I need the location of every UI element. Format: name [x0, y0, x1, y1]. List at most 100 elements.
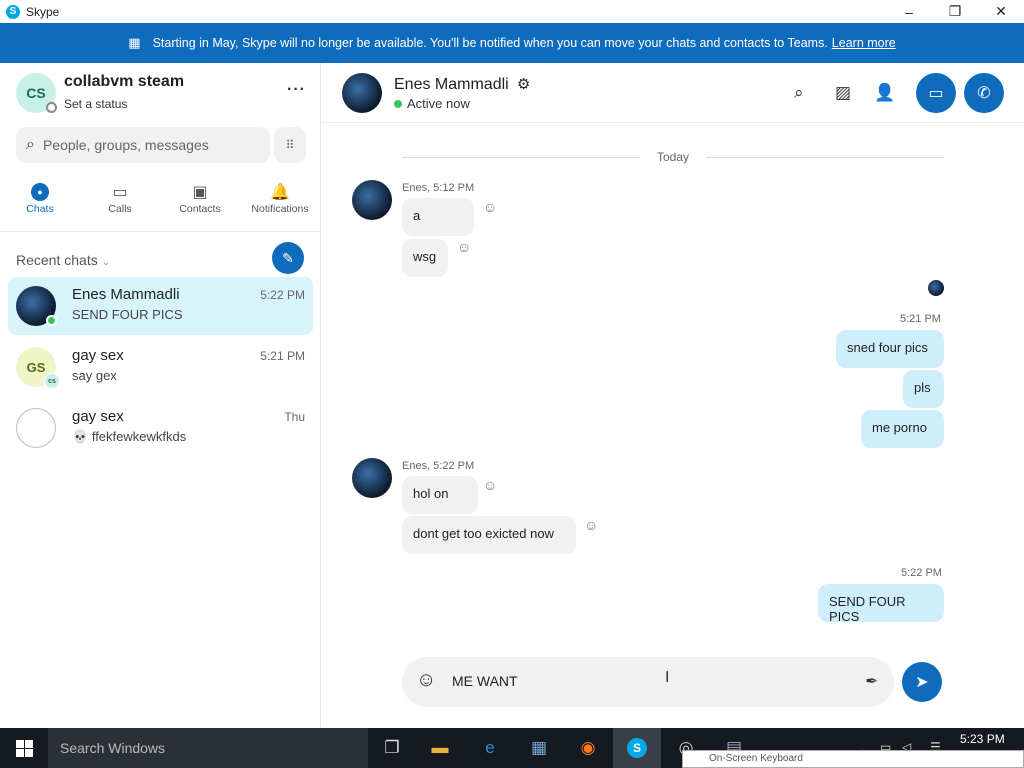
search-icon[interactable]: ⌕: [794, 83, 804, 103]
learn-more-link[interactable]: Learn more: [832, 36, 896, 50]
reaction-icon[interactable]: ☺: [457, 239, 471, 255]
message-bubble[interactable]: a: [402, 198, 474, 236]
chat-bubble-icon: ●: [31, 183, 49, 201]
avatar[interactable]: [352, 458, 392, 498]
chat-time: 5:21 PM: [260, 349, 305, 363]
avatar: [16, 408, 56, 448]
message-bubble[interactable]: me porno: [861, 410, 944, 448]
teams-icon: ▦: [128, 35, 141, 50]
start-button[interactable]: [0, 728, 48, 768]
maximize-button[interactable]: ❐: [932, 0, 978, 23]
more-options-icon[interactable]: ···: [287, 81, 306, 99]
contact-card-icon: ▣: [192, 184, 208, 201]
firefox-icon[interactable]: ◉: [564, 728, 612, 768]
send-icon: ➤: [915, 674, 929, 691]
tab-calls[interactable]: ▭ Calls: [80, 181, 160, 231]
reaction-icon[interactable]: ☺: [584, 517, 598, 533]
status-indicator: [46, 102, 57, 113]
windows-logo-icon: [15, 739, 33, 757]
message-meta: 5:21 PM: [900, 313, 941, 325]
windows-taskbar: Search Windows ❐ ▬ e ▦ ◉ S ◎ ▤ ︿ ▭ ◁ ☰ 5…: [0, 728, 1024, 768]
new-chat-button[interactable]: ✎: [272, 242, 304, 274]
search-input[interactable]: ⌕ People, groups, messages: [16, 127, 270, 163]
banner-text: Starting in May, Skype will no longer be…: [152, 36, 828, 50]
on-screen-keyboard-window[interactable]: On-Screen Keyboard: [682, 750, 1024, 768]
conversation-title[interactable]: Enes Mammadli ⚙: [394, 75, 530, 94]
chat-list-item[interactable]: Enes Mammadli SEND FOUR PICS 5:22 PM: [8, 277, 313, 335]
avatar[interactable]: [352, 180, 392, 220]
reaction-icon[interactable]: ☺: [483, 477, 497, 493]
window-titlebar: S Skype – ❐ ✕: [0, 0, 1024, 23]
presence-status: Active now: [394, 96, 470, 111]
control-panel-icon[interactable]: ▦: [515, 728, 563, 768]
video-call-button[interactable]: ▭: [916, 73, 956, 113]
search-icon: ⌕: [26, 136, 35, 153]
emoji-icon[interactable]: ☺: [416, 669, 436, 692]
read-receipt-avatar: [928, 280, 944, 296]
pen-icon[interactable]: ✒: [865, 672, 878, 690]
tab-chats[interactable]: ● Chats: [0, 181, 80, 231]
reaction-icon[interactable]: ☺: [483, 199, 497, 215]
online-dot: [394, 99, 402, 108]
message-meta: Enes, 5:12 PM: [402, 182, 475, 194]
chat-list-item[interactable]: gay sex 💀 ffekfewkewkfkds Thu: [8, 399, 313, 457]
message-input-text: ME WANT: [452, 673, 518, 689]
date-divider-line: [706, 157, 944, 158]
message-input[interactable]: ☺ ME WANT I ✒: [402, 657, 894, 707]
chat-time: Thu: [284, 410, 305, 424]
taskbar-search-input[interactable]: Search Windows: [48, 728, 368, 768]
audio-call-button[interactable]: ✆: [964, 73, 1004, 113]
task-view-icon[interactable]: ❐: [368, 728, 416, 768]
taskbar-clock[interactable]: 5:23 PM: [960, 732, 1005, 746]
message-bubble[interactable]: sned four pics: [836, 330, 944, 368]
contact-name: Enes Mammadli: [394, 76, 509, 93]
avatar: GS cs: [16, 347, 60, 389]
message-bubble[interactable]: dont get too exicted now: [402, 516, 576, 554]
dialpad-button[interactable]: ⠿: [274, 127, 306, 163]
presence-text: Active now: [407, 96, 470, 111]
mini-avatar: cs: [44, 373, 60, 389]
video-camera-icon: ▭: [928, 85, 944, 102]
tab-label: Contacts: [179, 203, 221, 215]
message-bubble[interactable]: wsg: [402, 239, 448, 277]
chat-preview-text: ffekfewkewkfkds: [91, 429, 187, 444]
text-cursor-icon: I: [665, 669, 670, 686]
chat-preview: 💀 ffekfewkewkfkds: [72, 429, 186, 445]
avatar: [16, 286, 57, 326]
profile-name: collabvm steam: [64, 73, 185, 90]
avatar[interactable]: CS: [16, 73, 57, 113]
avatar[interactable]: [342, 73, 382, 113]
file-explorer-icon[interactable]: ▬: [416, 728, 464, 768]
sidebar: CS collabvm steam Set a status ··· ⌕ Peo…: [0, 63, 321, 728]
minimize-button[interactable]: –: [886, 0, 932, 23]
tab-notifications[interactable]: 🔔 Notifications: [240, 181, 320, 231]
phone-icon: ✆: [977, 85, 991, 102]
send-button[interactable]: ➤: [902, 662, 942, 702]
chat-preview: SEND FOUR PICS: [72, 307, 183, 322]
avatar-initials: GS: [26, 359, 46, 375]
chat-name: gay sex: [72, 347, 124, 364]
video-camera-icon: ▭: [112, 184, 128, 201]
skype-taskbar-button[interactable]: S: [613, 728, 661, 768]
edge-browser-icon[interactable]: e: [466, 728, 514, 768]
recent-chats-dropdown[interactable]: Recent chats ⌄: [16, 252, 110, 268]
message-bubble[interactable]: hol on: [402, 476, 478, 514]
profile-header[interactable]: CS collabvm steam Set a status ···: [16, 73, 306, 113]
tab-label: Calls: [108, 203, 132, 215]
message-meta: 5:22 PM: [901, 567, 942, 579]
chevron-down-icon: ⌄: [101, 257, 110, 268]
set-status-link[interactable]: Set a status: [64, 97, 127, 111]
compose-icon: ✎: [282, 249, 294, 266]
message-bubble[interactable]: SEND FOUR PICS: [818, 584, 944, 624]
gallery-icon[interactable]: ▨: [835, 83, 851, 103]
skull-icon: 💀: [72, 429, 89, 444]
nav-tabs: ● Chats ▭ Calls ▣ Contacts 🔔 Notificatio…: [0, 181, 321, 231]
message-bubble[interactable]: pls: [903, 370, 944, 408]
dialpad-icon: ⠿: [285, 138, 295, 152]
close-button[interactable]: ✕: [978, 0, 1024, 23]
add-people-icon[interactable]: 👤: [874, 83, 895, 103]
chat-list-item[interactable]: GS cs gay sex say gex 5:21 PM: [8, 338, 313, 396]
gear-icon[interactable]: ⚙: [513, 76, 530, 93]
chat-time: 5:22 PM: [260, 288, 305, 302]
tab-contacts[interactable]: ▣ Contacts: [160, 181, 240, 231]
